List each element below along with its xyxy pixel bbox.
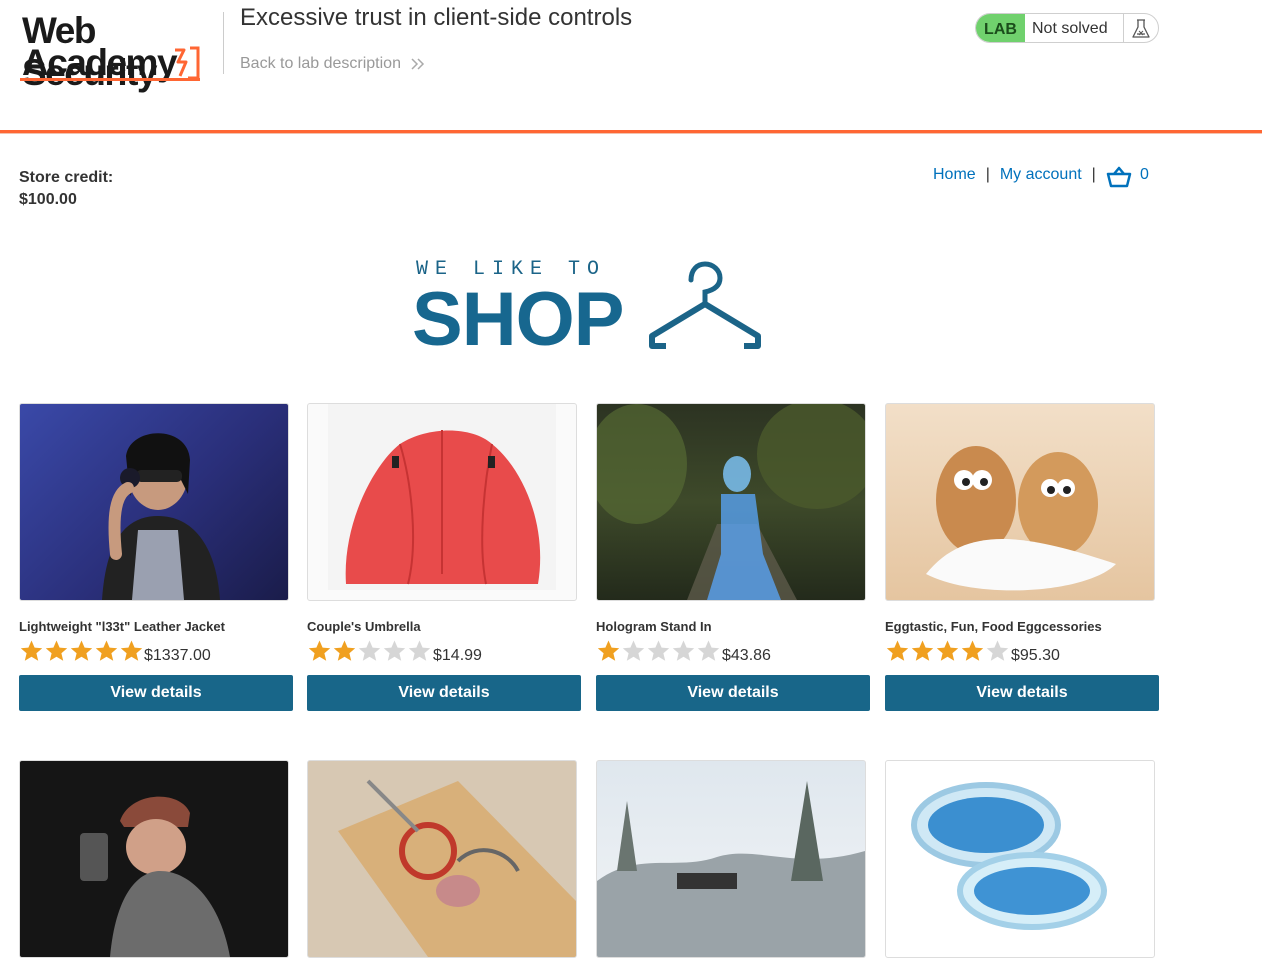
store-credit-label: Store credit: [19,169,114,186]
lab-status-widget: LAB Not solved [975,13,1159,43]
star-empty-icon [986,640,1009,661]
star-empty-icon [697,640,720,661]
figurine-photo-icon [80,796,230,957]
product-image[interactable] [307,760,577,958]
cart-icon[interactable] [1106,166,1132,188]
store-credit-value: $100.00 [19,191,77,208]
flask-button[interactable] [1123,14,1158,42]
product-price: $95.30 [1011,647,1060,664]
product-image[interactable] [19,760,289,958]
cart-count[interactable]: 0 [1140,166,1149,184]
product-name: Hologram Stand In [596,619,712,634]
star-empty-icon [383,640,406,661]
product-image[interactable] [596,403,866,601]
nav-my-account-link[interactable]: My account [1000,166,1082,183]
product-image[interactable] [307,403,577,601]
product-rating [19,639,144,663]
snowy-train-photo-icon [597,781,865,957]
logo-mark-icon [175,46,200,80]
product-rating [307,639,432,663]
star-filled-icon [70,640,93,661]
product-image[interactable] [596,760,866,958]
nav-separator: | [1091,166,1096,183]
paddling-pool-photo-icon [911,782,1107,930]
star-empty-icon [622,640,645,661]
top-nav: Home | My account | [933,166,1106,184]
site-logo[interactable]: Web Security Academy [20,10,222,93]
star-filled-icon [961,640,984,661]
product-image[interactable] [885,760,1155,958]
lab-tag: LAB [976,14,1025,42]
product-image[interactable] [885,403,1155,601]
product-name: Couple's Umbrella [307,619,421,634]
star-empty-icon [408,640,431,661]
back-link-label: Back to lab description [240,55,401,72]
view-details-button[interactable]: View details [596,675,870,711]
header-rule-shadow [0,133,1262,134]
product-name: Lightweight "l33t" Leather Jacket [19,619,225,634]
star-filled-icon [886,640,909,661]
star-filled-icon [120,640,143,661]
lab-status-text: Not solved [1032,20,1108,37]
hanger-icon [649,261,761,350]
product-image[interactable] [19,403,289,601]
banner-title: SHOP [412,277,624,362]
view-details-button[interactable]: View details [885,675,1159,711]
store-credit: Store credit: $100.00 [19,167,113,211]
view-details-button[interactable]: View details [19,675,293,711]
flask-icon [1132,19,1150,38]
back-to-lab-link[interactable]: Back to lab description [240,55,425,73]
double-chevron-right-icon [411,58,425,70]
star-empty-icon [672,640,695,661]
product-rating [885,639,1010,663]
jacket-photo-icon [102,433,220,600]
star-filled-icon [45,640,68,661]
view-details-button[interactable]: View details [307,675,581,711]
star-filled-icon [936,640,959,661]
product-price: $1337.00 [144,647,211,664]
shop-banner: WE LIKE TO SHOP [412,256,768,360]
umbrella-photo-icon [328,404,556,590]
star-filled-icon [95,640,118,661]
star-filled-icon [597,640,620,661]
lab-title: Excessive trust in client-side controls [240,4,633,31]
product-name: Eggtastic, Fun, Food Eggcessories [885,619,1102,634]
mousetrap-photo-icon [338,779,576,957]
nav-home-link[interactable]: Home [933,166,976,183]
header-divider [223,12,224,74]
product-price: $14.99 [433,647,482,664]
product-price: $43.86 [722,647,771,664]
star-filled-icon [333,640,356,661]
star-filled-icon [308,640,331,661]
hologram-photo-icon [597,404,865,600]
star-empty-icon [358,640,381,661]
nav-separator: | [985,166,990,183]
product-rating [596,639,721,663]
logo-underline [20,78,200,81]
star-filled-icon [20,640,43,661]
star-empty-icon [647,640,670,661]
eggs-photo-icon [926,446,1116,591]
star-filled-icon [911,640,934,661]
